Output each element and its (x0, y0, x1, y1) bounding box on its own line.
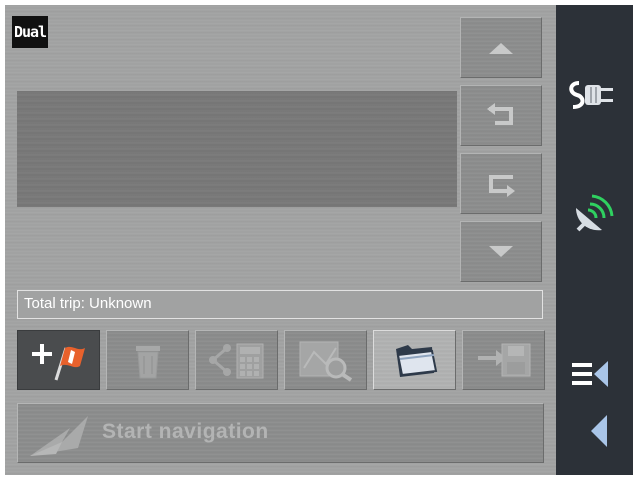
scroll-down-button[interactable] (460, 221, 542, 282)
return-left-icon (487, 102, 513, 125)
start-navigation-label: Start navigation (102, 420, 269, 443)
device-frame: Dual Total trip: Unknown Start navigatio… (5, 5, 633, 475)
save-disk-icon (477, 343, 530, 377)
triangle-down-icon (489, 245, 513, 257)
add-flag-icon (31, 344, 85, 381)
trash-icon (135, 346, 160, 379)
dual-logo: Dual (12, 16, 48, 48)
delete-button[interactable] (106, 330, 189, 390)
route-calculator-icon (208, 343, 263, 379)
open-route-button[interactable] (373, 330, 456, 390)
start-navigation-button[interactable]: Start navigation (17, 403, 544, 463)
navigation-arrow-icon (30, 416, 88, 456)
return-right-icon (489, 174, 515, 197)
menu-list-icon[interactable] (568, 357, 614, 391)
move-down-button[interactable] (460, 153, 542, 214)
route-calculator-button[interactable] (195, 330, 278, 390)
scroll-up-button[interactable] (460, 17, 542, 78)
total-trip-label: Total trip: Unknown (17, 290, 543, 319)
map-magnifier-icon (299, 341, 352, 382)
move-up-button[interactable] (460, 85, 542, 146)
add-waypoint-button[interactable] (17, 330, 100, 390)
route-planner-panel: Dual Total trip: Unknown Start navigatio… (5, 5, 556, 475)
back-triangle-icon[interactable] (587, 413, 611, 449)
triangle-up-icon (489, 42, 513, 54)
save-route-button[interactable] (462, 330, 545, 390)
satellite-dish-icon[interactable] (570, 190, 618, 236)
map-search-button[interactable] (284, 330, 367, 390)
folder-icon (395, 345, 437, 377)
waypoint-list[interactable] (17, 91, 457, 207)
power-plug-icon[interactable] (565, 77, 617, 113)
